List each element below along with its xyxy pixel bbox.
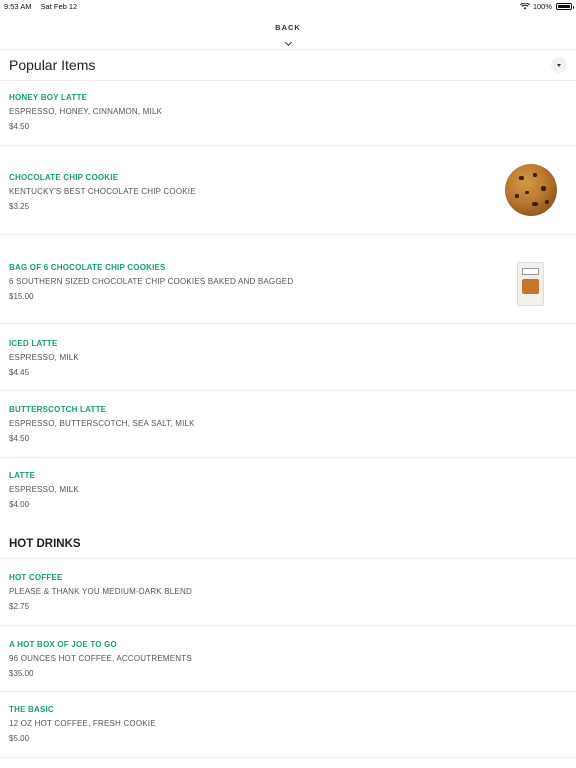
- item-description: ESPRESSO, BUTTERSCOTCH, SEA SALT, MILK: [9, 419, 195, 428]
- battery-percent: 100%: [532, 2, 552, 11]
- battery-icon: [556, 3, 574, 10]
- status-bar: 9:53 AM Sat Feb 12 100%: [0, 0, 576, 14]
- item-price: $5.00: [9, 734, 30, 743]
- item-price: $4.50: [9, 122, 30, 131]
- menu-item-bag-of-6-cookies[interactable]: BAG OF 6 CHOCOLATE CHIP COOKIES 6 SOUTHE…: [0, 235, 576, 323]
- menu-item-honey-boy-latte[interactable]: HONEY BOY LATTE ESPRESSO, HONEY, CINNAMO…: [0, 81, 576, 145]
- item-price: $4.00: [9, 500, 30, 509]
- item-name: A HOT BOX OF JOE TO GO: [9, 640, 117, 649]
- menu-item-chocolate-chip-cookie[interactable]: CHOCOLATE CHIP COOKIE KENTUCKY'S BEST CH…: [0, 146, 576, 234]
- status-left: 9:53 AM Sat Feb 12: [4, 2, 77, 11]
- item-name: CHOCOLATE CHIP COOKIE: [9, 173, 119, 182]
- item-price: $3.25: [9, 202, 30, 211]
- item-description: ESPRESSO, HONEY, CINNAMON, MILK: [9, 107, 163, 116]
- cookie-bag-image[interactable]: [517, 262, 544, 306]
- menu-item-latte[interactable]: LATTE ESPRESSO, MILK $4.00: [0, 458, 576, 524]
- collapse-section-button[interactable]: [551, 57, 567, 73]
- item-name: HONEY BOY LATTE: [9, 93, 88, 102]
- item-name: BAG OF 6 CHOCOLATE CHIP COOKIES: [9, 263, 166, 272]
- menu-item-hot-coffee[interactable]: HOT COFFEE PLEASE & THANK YOU MEDIUM-DAR…: [0, 559, 576, 625]
- divider: [0, 757, 576, 758]
- item-description: PLEASE & THANK YOU MEDIUM-DARK BLEND: [9, 587, 192, 596]
- item-name: LATTE: [9, 471, 36, 480]
- item-description: 96 OUNCES HOT COFFEE, ACCOUTREMENTS: [9, 654, 192, 663]
- back-label: BACK: [275, 23, 301, 32]
- menu-item-the-basic[interactable]: THE BASIC 12 OZ HOT COFFEE, FRESH COOKIE…: [0, 692, 576, 758]
- item-price: $2.75: [9, 602, 30, 611]
- section-title-hot-drinks: HOT DRINKS: [9, 538, 81, 550]
- item-name: ICED LATTE: [9, 339, 58, 348]
- status-right: 100%: [519, 2, 574, 11]
- item-description: ESPRESSO, MILK: [9, 485, 79, 494]
- item-name: HOT COFFEE: [9, 573, 63, 582]
- item-description: 6 SOUTHERN SIZED CHOCOLATE CHIP COOKIES …: [9, 277, 294, 286]
- chevron-down-icon: [284, 38, 292, 47]
- item-description: ESPRESSO, MILK: [9, 353, 79, 362]
- menu-item-butterscotch-latte[interactable]: BUTTERSCOTCH LATTE ESPRESSO, BUTTERSCOTC…: [0, 391, 576, 457]
- item-description: 12 OZ HOT COFFEE, FRESH COOKIE: [9, 719, 156, 728]
- item-name: THE BASIC: [9, 705, 54, 714]
- item-price: $35.00: [9, 669, 34, 678]
- wifi-icon: [519, 3, 530, 10]
- status-date: Sat Feb 12: [40, 2, 78, 11]
- item-price: $4.45: [9, 368, 30, 377]
- item-price: $4.50: [9, 434, 30, 443]
- item-name: BUTTERSCOTCH LATTE: [9, 405, 107, 414]
- item-price: $15.00: [9, 292, 34, 301]
- back-button[interactable]: BACK: [0, 23, 576, 50]
- item-description: KENTUCKY'S BEST CHOCOLATE CHIP COOKIE: [9, 187, 196, 196]
- cookie-image[interactable]: [505, 164, 557, 216]
- menu-item-hot-box-of-joe[interactable]: A HOT BOX OF JOE TO GO 96 OUNCES HOT COF…: [0, 626, 576, 692]
- status-time: 9:53 AM: [4, 2, 32, 11]
- menu-item-iced-latte[interactable]: ICED LATTE ESPRESSO, MILK $4.45: [0, 324, 576, 390]
- section-title-popular: Popular Items: [9, 57, 96, 73]
- divider: [0, 49, 576, 50]
